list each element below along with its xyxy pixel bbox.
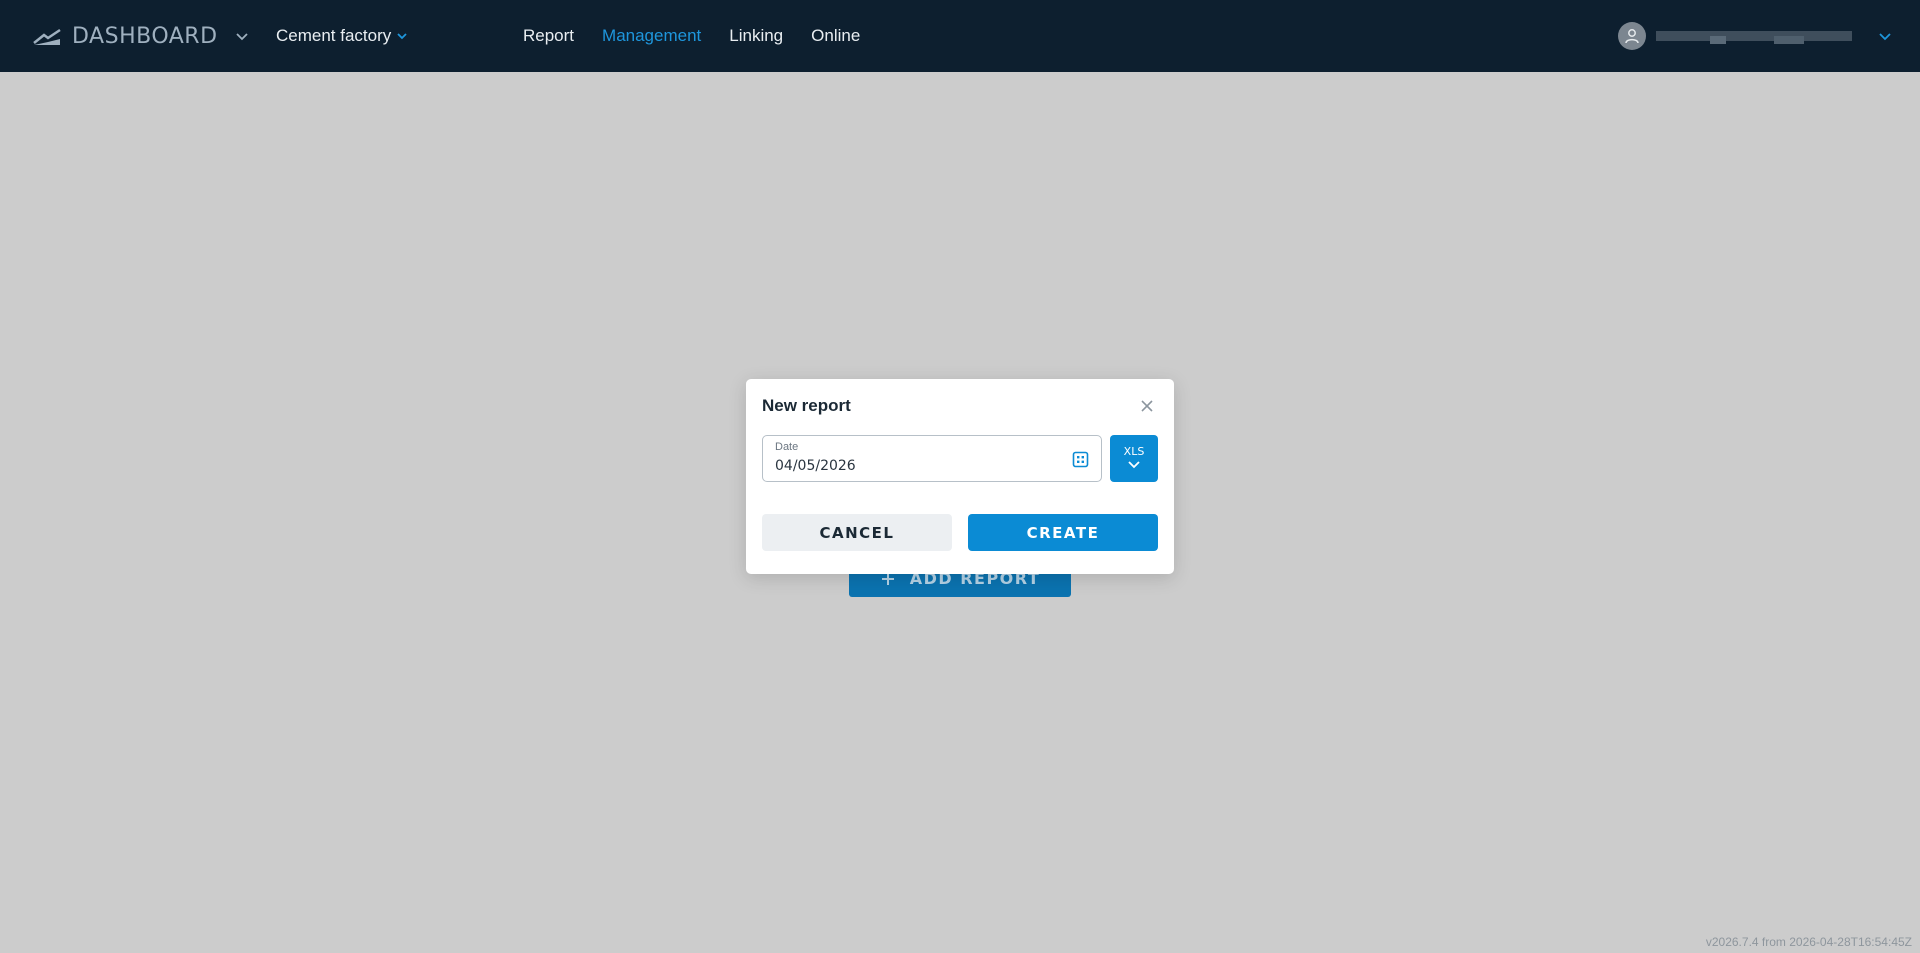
brand-logo-icon [33,28,61,45]
site-selector-label: Cement factory [276,26,392,45]
main-nav: Report Management Linking Online [523,22,860,50]
nav-item-management[interactable]: Management [602,26,701,46]
version-info: v2026.7.4 from 2026-04-28T16:54:45Z [1705,935,1912,949]
top-navigation-bar: DASHBOARD Cement factory Report Manageme… [0,0,1920,72]
dialog-title: New report [762,396,851,415]
user-icon [1625,29,1639,44]
calendar-icon[interactable] [1072,451,1089,468]
user-menu[interactable] [1618,20,1894,52]
format-dropdown-button[interactable]: XLS [1110,435,1158,482]
brand-menu[interactable]: DASHBOARD [32,20,250,52]
date-input[interactable] [775,458,1055,474]
avatar [1618,22,1646,50]
site-selector[interactable]: Cement factory [276,22,409,50]
chevron-down-icon [235,33,248,41]
chevron-down-icon [1879,33,1891,41]
new-report-dialog: New report Date XLS CANCEL CREATE [746,379,1174,574]
chevron-down-icon [397,33,407,40]
create-button[interactable]: CREATE [968,514,1158,551]
cancel-button[interactable]: CANCEL [762,514,952,551]
chevron-down-icon [1128,461,1140,469]
nav-item-linking[interactable]: Linking [729,26,783,46]
nav-item-report[interactable]: Report [523,26,574,46]
date-field-label: Date [775,441,799,453]
username-redacted [1656,28,1852,44]
format-label: XLS [1123,445,1145,458]
nav-item-online[interactable]: Online [811,26,860,46]
brand-title: DASHBOARD [72,23,218,49]
date-field[interactable]: Date [762,435,1102,482]
close-icon[interactable] [1138,397,1156,415]
